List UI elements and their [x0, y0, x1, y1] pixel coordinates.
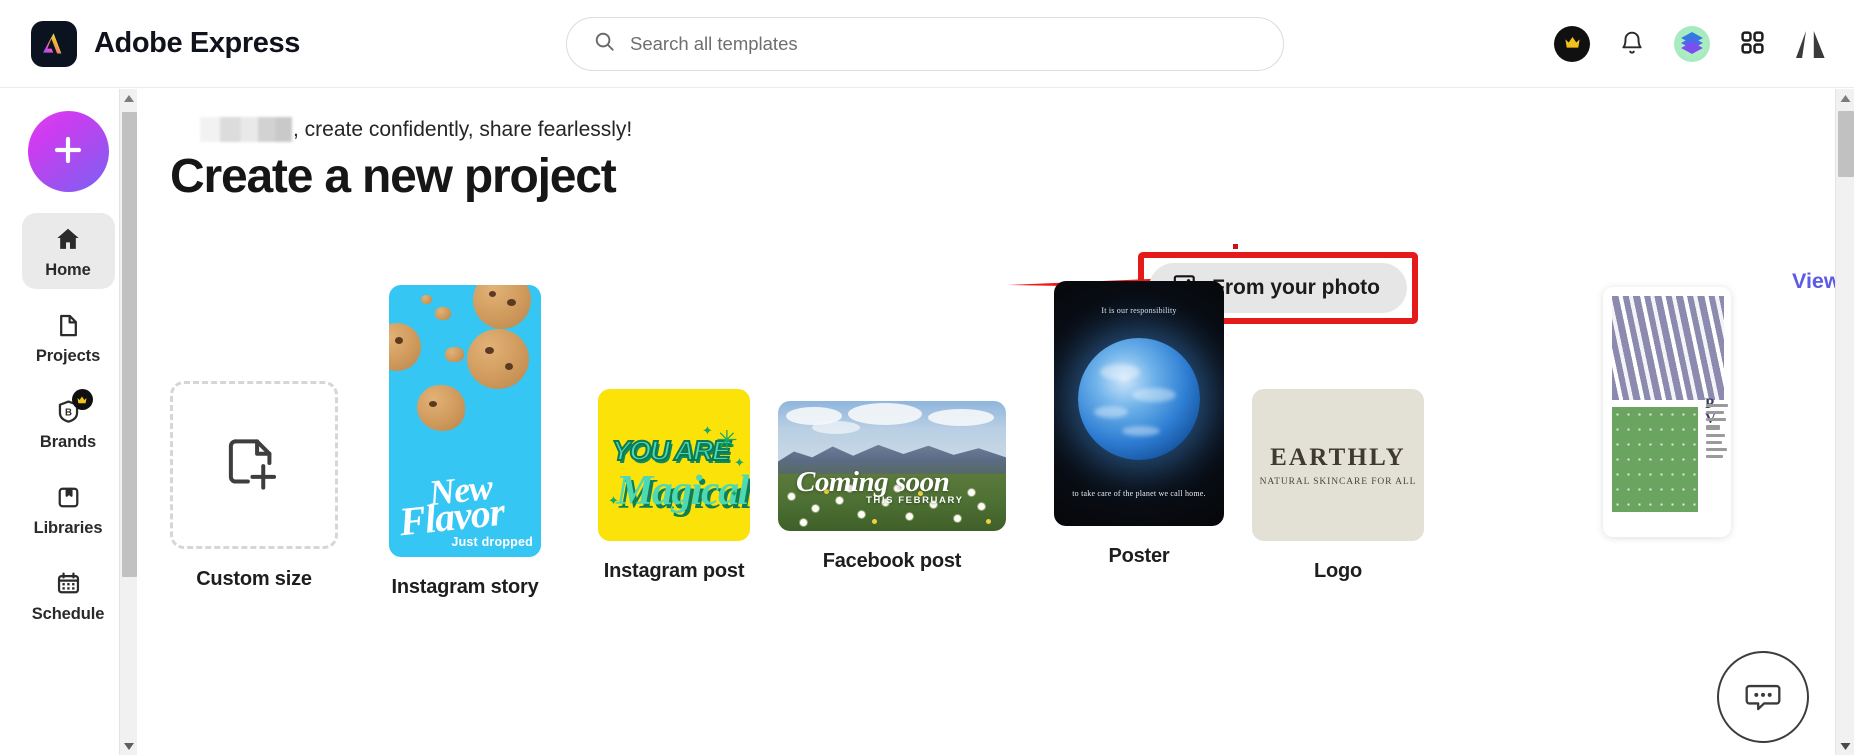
search-container	[566, 17, 1284, 71]
notifications-button[interactable]	[1619, 30, 1645, 59]
instagram-post-line1: YOU ARE	[611, 434, 732, 467]
logo-thumb: EARTHLY NATURAL SKINCARE FOR ALL	[1252, 389, 1424, 541]
instagram-story-thumb: New Flavor Just dropped	[389, 285, 541, 557]
app-switcher-button[interactable]	[1739, 29, 1766, 59]
create-new-button[interactable]	[27, 111, 109, 192]
sidebar-label-brands: Brands	[39, 433, 97, 451]
logo-line1: EARTHLY	[1270, 443, 1406, 471]
library-icon	[55, 482, 82, 512]
sidebar-item-home[interactable]: Home	[21, 213, 115, 289]
instagram-post-line2: Magical	[616, 468, 749, 514]
template-label: Poster	[1108, 545, 1170, 567]
template-label: Instagram post	[603, 560, 745, 582]
crown-icon	[1563, 33, 1582, 55]
header-actions	[1554, 0, 1826, 88]
peek-pattern-top	[1612, 296, 1724, 400]
template-label: Instagram story	[391, 576, 539, 598]
sidebar-label-libraries: Libraries	[33, 519, 103, 537]
bell-icon	[1619, 30, 1645, 59]
document-plus-icon	[217, 426, 291, 505]
greeting-text: , create confidently, share fearlessly!	[200, 117, 632, 142]
template-cards-carousel: Custom size New Flavor Just dropped Inst…	[138, 281, 1835, 709]
page-title: Create a new project	[170, 150, 617, 203]
sidebar-scrollbar[interactable]	[119, 89, 137, 755]
home-icon	[54, 224, 82, 254]
facebook-post-line2: THIS FEBRUARY	[866, 494, 964, 506]
main-content: , create confidently, share fearlessly! …	[138, 89, 1835, 755]
poster-line1: It is our responsibility	[1101, 306, 1177, 315]
sidebar-item-brands[interactable]: B Brands	[22, 385, 115, 461]
template-card-facebook-post[interactable]: Coming soon THIS FEBRUARY Facebook post	[778, 401, 1006, 573]
premium-crown-button[interactable]	[1554, 26, 1590, 62]
facebook-post-thumb: Coming soon THIS FEBRUARY	[778, 401, 1006, 531]
search-icon	[593, 30, 616, 58]
main-scroll-down-icon[interactable]	[1836, 737, 1854, 755]
sidebar-scroll-thumb[interactable]	[122, 112, 137, 577]
main-scrollbar[interactable]	[1835, 89, 1854, 755]
template-label: Facebook post	[822, 550, 962, 572]
poster-line2: to take care of the planet we call home.	[1072, 489, 1206, 498]
sidebar-item-schedule[interactable]: Schedule	[22, 557, 115, 633]
adobe-express-logo-icon	[31, 20, 77, 67]
template-card-peek-next[interactable]: PV	[1603, 287, 1731, 537]
grid-apps-icon	[1739, 29, 1766, 59]
peek-body-lines	[1706, 404, 1728, 462]
instagram-post-thumb: YOU ARE Magical ✳ ✦ ✦ ✦ ✦	[598, 389, 750, 541]
sidebar-label-schedule: Schedule	[31, 605, 105, 623]
earth-globe-graphic	[1078, 337, 1200, 460]
template-label: Logo	[1313, 560, 1363, 582]
sidebar-label-projects: Projects	[35, 347, 101, 365]
redacted-username	[200, 117, 292, 142]
template-card-instagram-story[interactable]: New Flavor Just dropped Instagram story	[389, 285, 541, 599]
logo-line2: NATURAL SKINCARE FOR ALL	[1259, 476, 1417, 487]
brand-name-text: Adobe Express	[94, 27, 300, 59]
peek-pattern-bottom	[1612, 407, 1698, 512]
calendar-icon	[55, 568, 82, 598]
brand-b-icon: B	[55, 389, 93, 426]
search-box[interactable]	[566, 17, 1284, 71]
premium-badge-icon	[71, 389, 93, 410]
plus-icon	[48, 130, 88, 173]
greeting-suffix: , create confidently, share fearlessly!	[293, 117, 633, 141]
adobe-a-logo-icon	[1795, 30, 1826, 59]
instagram-story-line3: Just dropped	[451, 535, 533, 549]
template-card-logo[interactable]: EARTHLY NATURAL SKINCARE FOR ALL Logo	[1252, 389, 1424, 583]
template-card-poster[interactable]: It is our responsibility to take care of…	[1054, 281, 1224, 568]
brand-logo-area[interactable]: Adobe Express	[31, 20, 300, 67]
left-sidebar: Home Projects B Brands Libraries Schedul…	[0, 89, 137, 755]
layers-stack-avatar-icon	[1677, 28, 1707, 61]
sidebar-item-projects[interactable]: Projects	[22, 299, 115, 375]
account-avatar-button[interactable]	[1674, 26, 1710, 62]
custom-size-thumb	[170, 381, 338, 549]
svg-text:B: B	[65, 407, 72, 418]
chat-feedback-button[interactable]	[1717, 651, 1809, 743]
main-scroll-up-icon[interactable]	[1836, 89, 1854, 107]
template-card-instagram-post[interactable]: YOU ARE Magical ✳ ✦ ✦ ✦ ✦ Instagram post	[598, 389, 750, 583]
sidebar-scroll-down-icon[interactable]	[120, 737, 138, 755]
template-card-custom-size[interactable]: Custom size	[170, 381, 338, 591]
poster-thumb: It is our responsibility to take care of…	[1054, 281, 1224, 526]
template-label: Custom size	[196, 568, 312, 590]
sidebar-item-libraries[interactable]: Libraries	[22, 471, 115, 547]
sidebar-label-home: Home	[45, 261, 91, 279]
document-icon	[55, 310, 82, 340]
search-input[interactable]	[630, 33, 1257, 55]
annotation-dot	[1233, 244, 1238, 249]
sidebar-scroll-up-icon[interactable]	[120, 89, 138, 107]
chat-bubble-icon	[1740, 673, 1786, 722]
main-scroll-thumb[interactable]	[1838, 111, 1854, 177]
top-header-bar: Adobe Express	[0, 0, 1854, 88]
